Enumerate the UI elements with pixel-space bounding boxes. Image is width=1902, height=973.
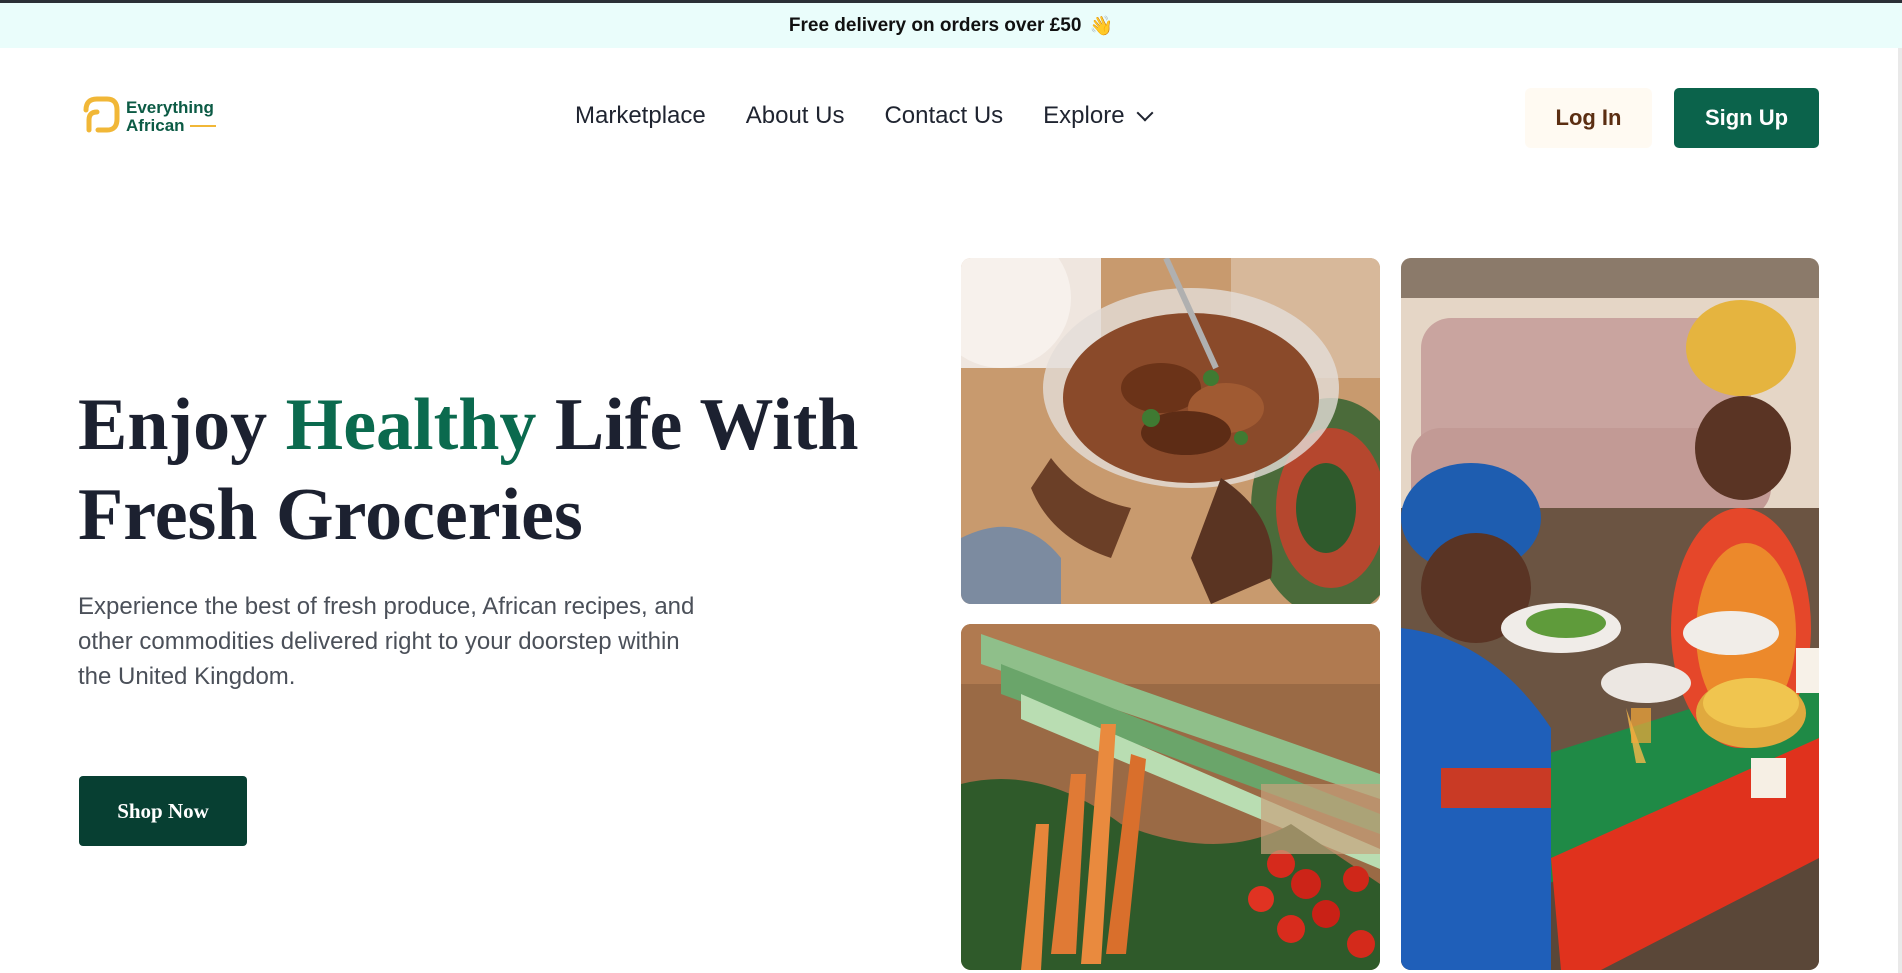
wave-emoji-icon: 👋 [1089, 15, 1114, 37]
photo-vegetables [961, 624, 1380, 970]
photo-chicken-bowl [961, 258, 1380, 604]
announcement-text: Free delivery on orders over £50 [788, 14, 1082, 36]
chevron-down-icon [1136, 104, 1154, 122]
signup-button[interactable]: Sign Up [1674, 88, 1819, 148]
nav-marketplace[interactable]: Marketplace [575, 102, 706, 130]
main-nav: Marketplace About Us Contact Us Explore [575, 102, 1154, 130]
hero-title: Enjoy Healthy Life With Fresh Groceries [78, 380, 938, 560]
shop-now-button[interactable]: Shop Now [79, 776, 247, 846]
login-button[interactable]: Log In [1525, 88, 1652, 148]
family-dining-photo-icon [1401, 258, 1819, 970]
brand-underline [189, 125, 216, 127]
photo-family-dining [1401, 258, 1819, 970]
vegetables-photo-icon [961, 624, 1380, 970]
logo-mark-icon [83, 96, 120, 133]
nav-about-us[interactable]: About Us [746, 102, 845, 130]
page-scrollbar[interactable] [1898, 48, 1902, 973]
hero-subtitle: Experience the best of fresh produce, Af… [78, 593, 695, 690]
brand-line1: Everything [126, 98, 214, 117]
nav-contact-us[interactable]: Contact Us [884, 102, 1003, 130]
nav-explore[interactable]: Explore [1043, 102, 1154, 130]
hero-title-accent: Healthy [285, 384, 537, 466]
brand-line2: African [126, 116, 185, 135]
brand-logo[interactable]: Everything African [78, 96, 216, 138]
hero-title-part1: Enjoy [78, 384, 286, 466]
nav-explore-label: Explore [1043, 102, 1125, 129]
chicken-bowl-photo-icon [961, 258, 1380, 604]
announcement-bar: Free delivery on orders over £50 👋 [0, 3, 1902, 48]
